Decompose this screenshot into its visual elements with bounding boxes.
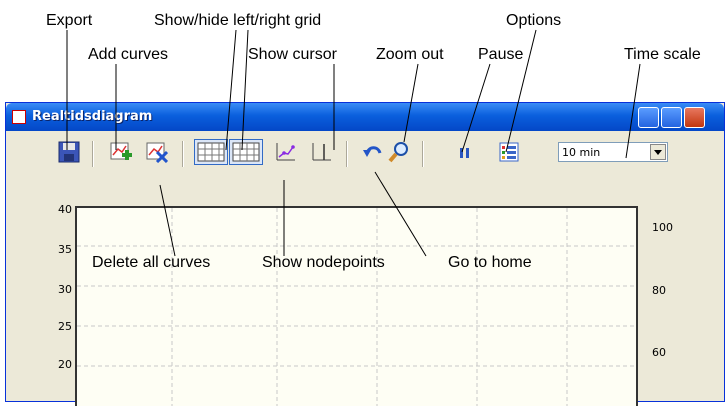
go-to-home-button[interactable] [362,141,384,163]
right-grid-toggle[interactable] [229,139,263,165]
export-callout: Export [46,12,93,29]
delete-all-curves-button[interactable] [146,141,169,164]
toolbar-separator [92,141,94,167]
show-cursor-callout: Show cursor [248,46,337,63]
left-grid-toggle[interactable] [194,139,228,165]
right-axis-tick: 100 [652,221,673,234]
add-curves-callout: Add curves [88,46,169,63]
delete-all-curves-callout: Delete all curves [92,254,211,271]
right-axis-tick: 80 [652,284,666,297]
toolbar: 10 min [6,133,724,175]
left-axis-tick: 35 [58,243,72,256]
time-scale-callout: Time scale [624,46,701,63]
magnifier-icon [388,142,408,163]
pause-callout: Pause [478,46,524,63]
chart-app-icon [12,110,26,124]
minimize-button[interactable] [638,107,659,128]
left-axis-tick: 25 [58,320,72,333]
go-to-home-callout: Go to home [448,254,532,271]
window-title: Realtidsdiagram [32,109,153,124]
add-chart-icon [110,142,132,160]
options-list-icon [499,142,519,162]
zoom-out-callout: Zoom out [376,46,444,63]
grid-icon [232,142,260,162]
left-axis-tick: 20 [58,358,72,371]
options-callout: Options [506,12,562,29]
zoom-out-button[interactable] [388,141,410,163]
delete-chart-icon [146,142,169,164]
pause-button[interactable] [454,141,476,163]
toolbar-separator [422,141,424,167]
options-button[interactable] [498,141,520,163]
nodepoints-icon [276,143,295,161]
cursor-line-icon [312,143,331,161]
pause-icon [460,148,469,158]
export-button[interactable] [58,141,80,163]
toolbar-separator [346,141,348,167]
time-scale-select[interactable]: 10 min [558,142,668,162]
plot-area[interactable] [75,206,638,406]
show-hide-grid-callout: Show/hide left/right grid [154,12,322,29]
show-cursor-button[interactable] [310,141,332,163]
left-axis-tick: 40 [58,203,72,216]
right-axis-tick: 60 [652,346,666,359]
close-button[interactable] [684,107,705,128]
chevron-down-icon[interactable] [650,144,666,160]
show-nodepoints-button[interactable] [274,141,296,163]
undo-arrow-icon [363,146,382,157]
left-axis-tick: 30 [58,283,72,296]
time-scale-value: 10 min [562,146,601,159]
maximize-button[interactable] [661,107,682,128]
floppy-disk-icon [58,141,80,163]
grid-icon [197,142,225,162]
toolbar-separator [182,141,184,167]
grid-lines [77,208,636,406]
show-nodepoints-callout: Show nodepoints [262,254,385,271]
add-curves-button[interactable] [110,141,132,163]
title-bar: Realtidsdiagram [6,103,724,131]
